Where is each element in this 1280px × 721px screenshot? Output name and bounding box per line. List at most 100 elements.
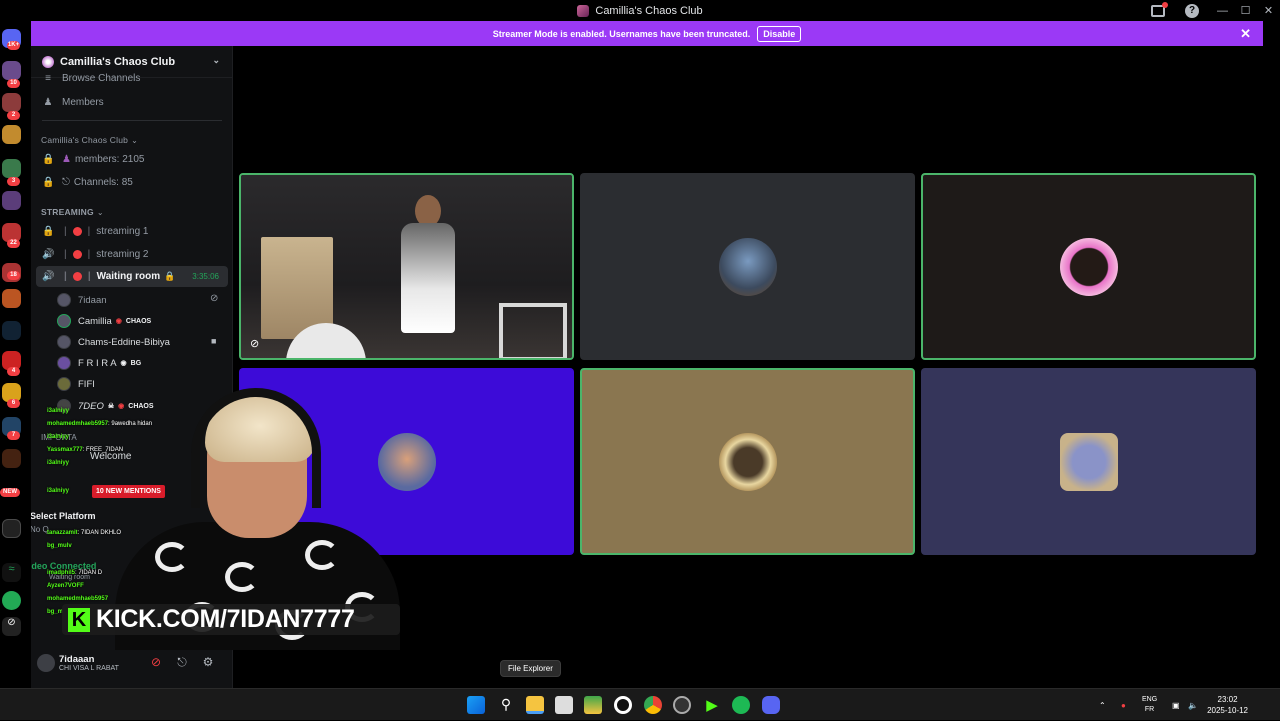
divider: |	[64, 271, 67, 282]
video-tile[interactable]	[580, 173, 915, 360]
tray-chevron-icon[interactable]: ⌃	[1099, 689, 1106, 721]
browse-channels-label: Browse Channels	[62, 72, 141, 84]
members-link[interactable]: ♟ Members	[31, 92, 232, 112]
stat-channel[interactable]: 🔒 ⎋ Channels: 85	[31, 172, 232, 192]
category-header[interactable]: Camillia's Chaos Club ⌄	[31, 130, 232, 150]
stat-channel[interactable]: 🔒 ♟ members: 2105	[31, 149, 232, 169]
channel-name: streaming 2	[96, 248, 149, 260]
avatar[interactable]	[2, 591, 21, 610]
category-label: STREAMING	[41, 207, 94, 217]
live-dot-icon	[72, 226, 82, 236]
server-icon[interactable]	[2, 125, 21, 144]
person	[393, 195, 463, 358]
voice-channel[interactable]: 🔊 | | streaming 2	[31, 244, 232, 264]
voice-user[interactable]: Camillia ◉ CHAOS	[57, 311, 151, 331]
role-tag-icon: ◉	[120, 360, 127, 367]
store-icon[interactable]	[555, 696, 573, 714]
user-name: 7idaaan	[59, 654, 95, 665]
close-icon[interactable]: ✕	[1240, 26, 1251, 42]
category-label: Camillia's Chaos Club	[41, 135, 129, 145]
chat-line: imadphil5: 7IDAN D	[47, 570, 103, 576]
video-tile-camera[interactable]: ⊘	[239, 173, 574, 360]
video-tile[interactable]	[580, 368, 915, 555]
browse-channels[interactable]: ≡ Browse Channels	[31, 70, 232, 86]
server-icon[interactable]	[2, 93, 21, 112]
clock-date: 2025-10-12	[1207, 706, 1248, 715]
live-dot-icon	[72, 249, 82, 259]
voice-channel-active[interactable]: 🔊 | | Waiting room 🔒 3:35:06	[36, 266, 228, 287]
search-icon[interactable]: ⚲	[497, 696, 515, 714]
wifi-icon: ≈	[2, 563, 21, 582]
camera-feed	[241, 175, 572, 358]
obs-icon[interactable]	[614, 696, 632, 714]
live-dot-icon	[72, 272, 82, 281]
help-icon[interactable]: ?	[1185, 3, 1199, 18]
window-controls: ? — ☐ ✕	[1151, 0, 1280, 21]
video-tile[interactable]	[921, 173, 1256, 360]
file-explorer-icon[interactable]	[526, 696, 544, 714]
voice-user[interactable]: Chams-Eddine-Bibiya	[57, 332, 170, 352]
video-tile[interactable]	[921, 368, 1256, 555]
avatar[interactable]	[37, 654, 55, 672]
user-name: Camillia	[78, 315, 112, 327]
new-mentions-alert[interactable]: 10 NEW MENTIONS	[92, 485, 165, 498]
minimize-button[interactable]: —	[1211, 5, 1234, 17]
language-indicator[interactable]: ENG FR	[1142, 695, 1157, 715]
chat-line: bg_mulv	[47, 543, 72, 549]
voice-user[interactable]: FIFI	[57, 374, 95, 394]
mic-muted-icon[interactable]: ⊘	[148, 655, 164, 671]
mic-icon[interactable]: ●	[1121, 689, 1126, 721]
gear-icon[interactable]: ⚙	[200, 655, 216, 671]
chrome-icon[interactable]	[644, 696, 662, 714]
server-icon[interactable]	[2, 159, 21, 178]
app-icon[interactable]	[584, 696, 602, 714]
divider: |	[64, 248, 67, 260]
avatar	[57, 314, 71, 328]
disable-streamer-mode-button[interactable]: Disable	[757, 25, 802, 42]
clock-time: 23:02	[1217, 695, 1238, 704]
clock[interactable]: 23:02 2025-10-12	[1207, 694, 1248, 716]
platform-icon[interactable]	[2, 519, 21, 538]
volume-icon[interactable]: 🔈	[1188, 689, 1198, 721]
channel-name: Waiting room	[96, 271, 161, 282]
server-icon[interactable]	[2, 289, 21, 308]
windows-start-icon[interactable]	[467, 696, 485, 714]
server-icon[interactable]	[2, 449, 21, 468]
kick-icon[interactable]: ▶	[703, 696, 721, 714]
camera-off-icon[interactable]: ⊘	[2, 617, 21, 636]
divider: |	[87, 271, 91, 282]
network-icon[interactable]: ▣	[1172, 689, 1180, 721]
close-window-button[interactable]: ✕	[1257, 4, 1280, 17]
role-tag: CHAOS	[125, 317, 152, 325]
user-info[interactable]: 7idaaan CHI VISA L RABAT	[55, 654, 119, 672]
chat-line: mohamedmhaeb5957	[47, 596, 109, 602]
spotify-icon[interactable]	[732, 696, 750, 714]
discord-icon[interactable]	[762, 696, 780, 714]
chat-line: bg_m	[47, 609, 64, 615]
lock-icon: 🔒	[42, 176, 55, 188]
stat-channels-label: Channels: 85	[73, 176, 133, 188]
avatar	[57, 293, 71, 307]
voice-channel[interactable]: 🔒 | | streaming 1	[31, 221, 232, 241]
user-name: Chams-Eddine-Bibiya	[78, 336, 170, 348]
headphones-icon[interactable]: ⎋	[174, 655, 190, 671]
window-title: Camillia's Chaos Club	[595, 4, 703, 17]
voice-user[interactable]: 7idaan	[57, 290, 107, 310]
members-icon: ♟	[43, 96, 53, 108]
chevron-down-icon[interactable]: ⌄	[212, 55, 220, 66]
list-icon: ≡	[45, 72, 51, 84]
chat-line: i3alniyy	[47, 408, 70, 414]
lock-icon: 🔒	[42, 153, 55, 165]
app-icon[interactable]	[673, 696, 691, 714]
server-rail: 1K+ 10 2 3 22 18 4 6 7 NEW ≈ ⊘	[0, 21, 31, 688]
chevron-down-icon: ⌄	[131, 135, 138, 145]
maximize-button[interactable]: ☐	[1234, 4, 1257, 17]
server-icon[interactable]	[2, 61, 21, 80]
server-icon[interactable]	[2, 191, 21, 210]
server-icon[interactable]	[2, 321, 21, 340]
inbox-icon[interactable]	[1151, 1, 1168, 17]
category-header[interactable]: STREAMING ⌄	[31, 202, 232, 222]
badge: 18	[7, 271, 20, 280]
avatar	[57, 377, 71, 391]
select-platform-label: Select Platform	[31, 511, 96, 521]
